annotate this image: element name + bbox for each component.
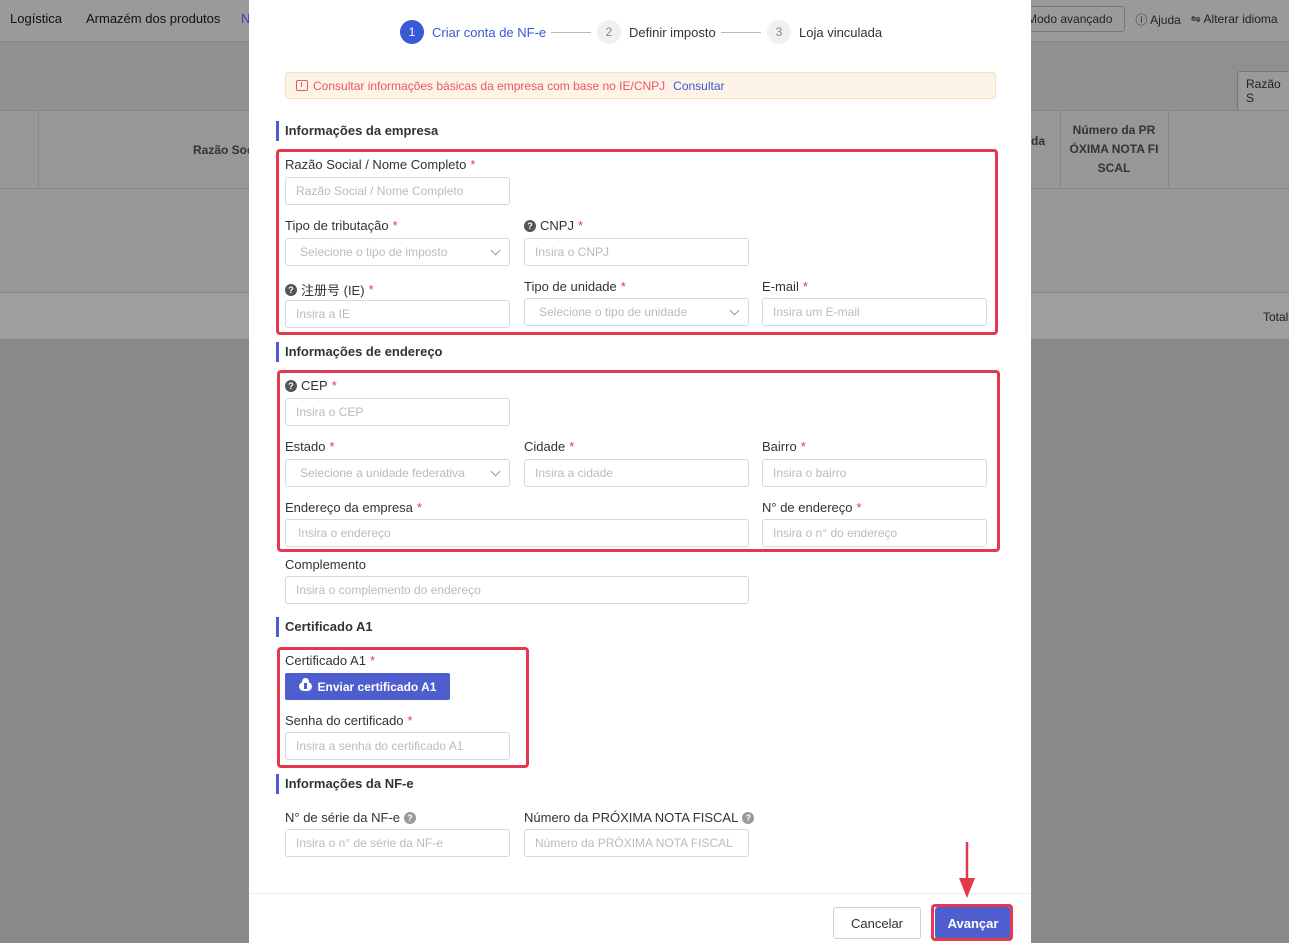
cloud-upload-icon [298,678,312,691]
change-language-link[interactable]: ⇋ Alterar idioma [1191,12,1278,26]
help-icon: ⓘ [1135,12,1148,27]
nav-logistica[interactable]: Logística [10,11,62,26]
help-icon: ? [285,283,297,296]
swap-icon: ⇋ [1190,12,1201,26]
cidade-label: Cidade * [524,439,575,454]
help-icon: ? [404,811,417,824]
arrow-down-icon [959,842,975,898]
highlight-next [931,904,1013,941]
consult-link[interactable]: Consultar [673,79,724,93]
ie-input[interactable] [285,300,510,328]
serie-input[interactable] [285,829,510,857]
query-notice: Consultar informações básicas da empresa… [285,72,996,99]
cep-label: ? CEP * [285,378,337,393]
chevron-down-icon [729,305,740,315]
col-razao: Razão Soc [193,143,254,157]
email-label: E-mail * [762,279,808,294]
complemento-input[interactable] [285,576,749,604]
total-label: Total [1263,310,1289,324]
chevron-down-icon [490,466,501,476]
unidade-label: Tipo de unidade * [524,279,626,294]
cep-input[interactable] [285,398,510,426]
col-partial: da [1031,134,1046,148]
unidade-select[interactable]: Selecione o tipo de unidade [524,298,749,326]
bairro-input[interactable] [762,459,987,487]
tributacao-select[interactable]: Selecione o tipo de imposto [285,238,510,266]
message-alert-icon [296,80,308,91]
proxima-label: Número da PRÓXIMA NOTA FISCAL? [524,810,755,825]
nav-armazem[interactable]: Armazém dos produtos [86,11,220,26]
stepper: 1 Criar conta de NF-e 2 Definir imposto … [249,20,1031,44]
razao-label: Razão Social / Nome Completo * [285,157,476,172]
upload-certificate-button[interactable]: Enviar certificado A1 [285,673,450,700]
section-nfe-title: Informações da NF-e [276,774,414,794]
cidade-input[interactable] [524,459,749,487]
step-1: 1 Criar conta de NF-e [400,20,546,44]
modal-footer: Cancelar Avançar [249,893,1031,943]
step-3: 3 Loja vinculada [767,20,882,44]
section-address-title: Informações de endereço [276,342,443,362]
numero-label: N° de endereço * [762,500,862,515]
section-certificate-title: Certificado A1 [276,617,373,637]
create-nfe-modal: 1 Criar conta de NF-e 2 Definir imposto … [249,0,1031,943]
email-input[interactable] [762,298,987,326]
cnpj-label: ? CNPJ * [524,218,583,233]
complemento-label: Complemento [285,557,366,572]
estado-label: Estado * [285,439,335,454]
razao-input[interactable] [285,177,510,205]
chevron-down-icon [490,245,501,255]
bairro-label: Bairro * [762,439,806,454]
serie-label: N° de série da NF-e? [285,810,417,825]
endereco-label: Endereço da empresa * [285,500,422,515]
ie-label: ? 注册号 (IE) * [285,280,374,299]
filter-select[interactable]: Razão S [1237,71,1289,111]
cancel-button[interactable]: Cancelar [833,907,921,939]
col-next-nf: Número da PR ÓXIMA NOTA FI SCAL [1069,123,1159,175]
advanced-mode-button[interactable]: Modo avançado [1018,6,1126,32]
cnpj-input[interactable] [524,238,749,266]
certificate-password-input[interactable] [285,732,510,760]
help-icon: ? [742,811,755,824]
help-icon: ? [524,219,536,232]
help-icon: ? [285,379,297,392]
endereco-input[interactable] [285,519,749,547]
section-company-title: Informações da empresa [276,121,438,141]
certificado-label: Certificado A1 * [285,653,375,668]
help-link[interactable]: ⓘ Ajuda [1135,11,1180,28]
step-2: 2 Definir imposto [597,20,716,44]
proxima-input[interactable] [524,829,749,857]
numero-input[interactable] [762,519,987,547]
estado-select[interactable]: Selecione a unidade federativa [285,459,510,487]
senha-label: Senha do certificado * [285,713,413,728]
tributacao-label: Tipo de tributação * [285,218,398,233]
